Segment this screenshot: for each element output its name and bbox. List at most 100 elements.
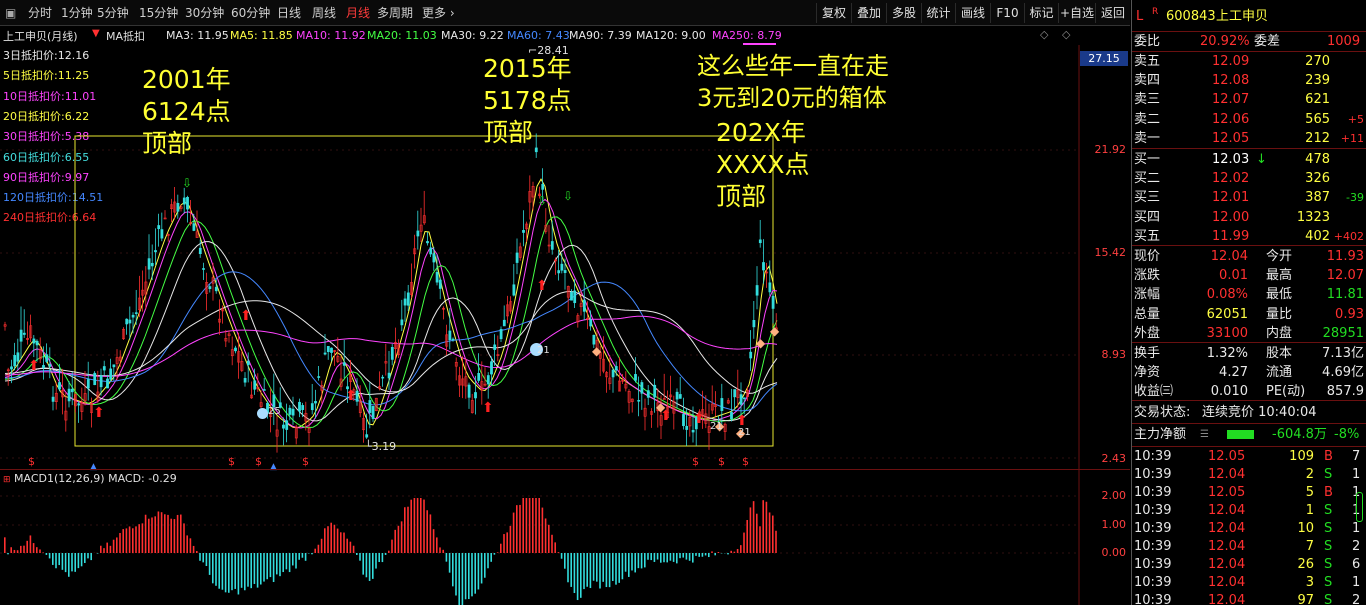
stock-code[interactable]: 600843 [1166, 6, 1216, 28]
period-tab[interactable]: 1分钟 [61, 0, 93, 26]
candle-body [589, 319, 593, 327]
candle-body [502, 319, 506, 327]
macd-bar [39, 549, 41, 553]
buy-level-row[interactable]: 买四 12.00 1323 [1132, 208, 1366, 227]
candle-body [438, 279, 442, 289]
macd-bar [458, 553, 460, 605]
macd-bar [468, 553, 470, 600]
stock-name[interactable]: 上工申贝 [1216, 6, 1268, 28]
scrollbar[interactable] [1356, 492, 1363, 522]
candle-body [771, 295, 775, 309]
macd-bar [330, 522, 332, 553]
candle-body [592, 334, 596, 345]
period-tab[interactable]: 周线 [312, 0, 336, 26]
candle-body [186, 197, 189, 210]
candle-body [67, 388, 71, 402]
macd-bar [708, 553, 710, 558]
period-tab[interactable]: 分时 [28, 0, 52, 26]
macd-bar [493, 553, 496, 555]
period-tab[interactable]: 30分钟 [185, 0, 224, 26]
macd-bar [727, 553, 729, 555]
dollar-marker-icon: $ [28, 455, 35, 468]
ma-value: MA10: 11.92 [296, 29, 366, 42]
macd-bar [189, 538, 192, 553]
macd-bar [288, 553, 291, 573]
buy-level-row[interactable]: 买一 12.03 478 ↓ [1132, 150, 1366, 169]
candle-body [298, 401, 301, 412]
sell-level-row[interactable]: 卖二 12.06 565 +5 [1132, 110, 1366, 129]
sell-arrow-icon: ⇩ [182, 176, 192, 190]
candle-body [752, 320, 756, 328]
candle-body [448, 330, 452, 341]
ma-line [4, 290, 778, 394]
indicator-name[interactable]: MA抵扣 [106, 28, 145, 44]
period-tab[interactable]: 更多 › [422, 0, 455, 26]
toolbar-button[interactable]: 返回 [1095, 3, 1130, 23]
candle-body [640, 382, 644, 394]
candle-body [19, 329, 23, 342]
buy-level-row[interactable]: 买三 12.01 387 -39 [1132, 188, 1366, 207]
toolbar-button[interactable]: 复权 [816, 3, 851, 23]
macd-bar [292, 553, 294, 566]
candle-body [10, 366, 13, 370]
buy-level-row[interactable]: 买五 11.99 402 +402 [1132, 227, 1366, 246]
macd-bar [765, 501, 768, 553]
period-tab[interactable]: 多周期 [377, 0, 413, 26]
macd-bar [516, 505, 518, 553]
tick-row: 10:39 12.05 5 B 1 [1134, 485, 1361, 500]
toolbar-button[interactable]: 叠加 [851, 3, 886, 23]
candle-body [682, 414, 685, 427]
candle-body [35, 340, 39, 346]
expand-icon[interactable]: ◇ [1062, 28, 1070, 41]
macd-bar [320, 538, 323, 553]
period-tab[interactable]: 15分钟 [139, 0, 178, 26]
macd-bar [455, 553, 457, 596]
candle-body [426, 241, 429, 244]
candle-body [243, 378, 247, 383]
sell-level-row[interactable]: 卖五 12.09 270 [1132, 52, 1366, 71]
toolbar-button[interactable]: 统计 [921, 3, 955, 23]
candle-body [634, 374, 637, 381]
ma-value: MA20: 11.03 [367, 29, 437, 42]
candle-body [467, 384, 471, 398]
macd-chart[interactable] [0, 470, 1080, 605]
period-tab[interactable]: 月线 [346, 0, 370, 26]
macd-bar [583, 553, 585, 590]
candle-body [301, 405, 305, 410]
sell-level-row[interactable]: 卖四 12.08 239 [1132, 71, 1366, 90]
macd-bar [138, 524, 140, 553]
macd-bar [743, 532, 745, 553]
price-axis-label: 15.42 [1094, 246, 1127, 259]
toolbar-button[interactable]: +自选 [1058, 3, 1095, 23]
macd-bar [564, 553, 566, 569]
toolbar-button[interactable]: 多股 [886, 3, 921, 23]
candle-body [403, 298, 407, 306]
candle-body [70, 388, 74, 393]
sell-level-row[interactable]: 卖三 12.07 621 [1132, 90, 1366, 109]
diamond-marker-icon: ◆ [656, 400, 666, 414]
macd-bar [519, 504, 521, 553]
quote-panel: L R 600843 上工申贝 委比 20.92% 委差 1009 卖五 12.0… [1131, 0, 1366, 605]
macd-bar [372, 553, 374, 579]
period-tab[interactable]: 5分钟 [97, 0, 129, 26]
period-tab[interactable]: 日线 [277, 0, 301, 26]
macd-bar [586, 553, 588, 587]
candle-body [371, 406, 375, 419]
buy-level-row[interactable]: 买二 12.02 326 [1132, 169, 1366, 188]
toolbar-button[interactable]: 标记 [1024, 3, 1058, 23]
toolbar-button[interactable]: F10 [990, 3, 1024, 23]
macd-bar [378, 553, 380, 563]
candle-body [515, 252, 519, 263]
macd-bar [448, 553, 451, 573]
period-tab[interactable]: 60分钟 [231, 0, 270, 26]
macd-bar [506, 532, 508, 553]
menu-icon[interactable]: ▣ [5, 0, 16, 26]
diamond-icon[interactable]: ◇ [1040, 28, 1048, 41]
macd-bar [208, 553, 211, 575]
candle-body [214, 286, 218, 292]
macd-bar [634, 553, 636, 573]
toolbar-button[interactable]: 画线 [955, 3, 990, 23]
macd-bar [327, 526, 329, 553]
sell-level-row[interactable]: 卖一 12.05 212 +11 [1132, 129, 1366, 148]
macd-bar [282, 553, 284, 573]
